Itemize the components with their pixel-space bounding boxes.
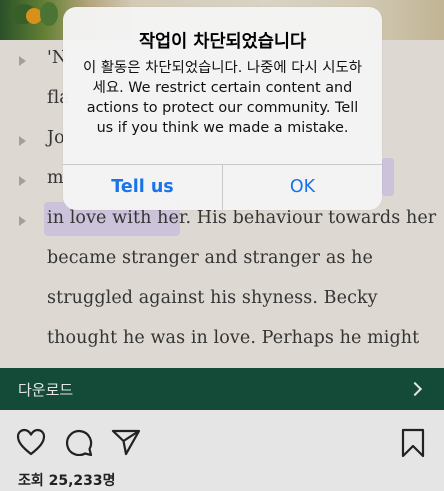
ok-button[interactable]: OK <box>223 165 382 210</box>
alert-title: 작업이 차단되었습니다 <box>138 32 307 52</box>
action-blocked-alert: 작업이 차단되었습니다 이 활동은 차단되었습니다. 나중에 다시 시도하세요.… <box>63 7 382 210</box>
alert-message: 이 활동은 차단되었습니다. 나중에 다시 시도하세요. We restrict… <box>83 60 362 136</box>
tell-us-button[interactable]: Tell us <box>63 165 222 210</box>
